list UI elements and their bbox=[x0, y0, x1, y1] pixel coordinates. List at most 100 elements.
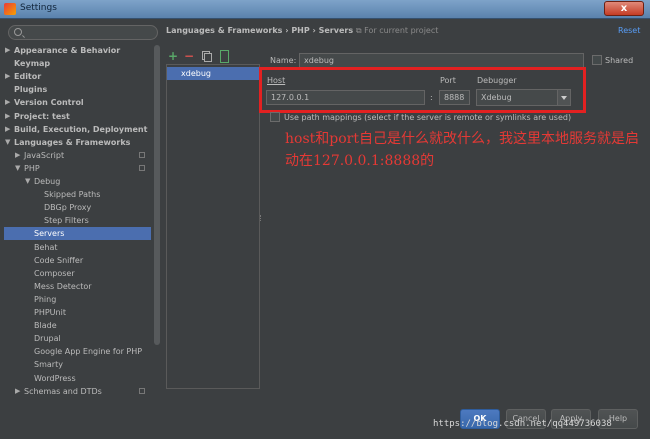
settings-search-input[interactable] bbox=[8, 25, 158, 40]
splitter-handle[interactable] bbox=[260, 215, 262, 221]
tree-item[interactable]: ▶ JavaScript bbox=[4, 149, 151, 162]
tree-item-label: Behat bbox=[34, 242, 58, 252]
tree-item[interactable]: Blade bbox=[4, 319, 151, 332]
breadcrumb: Languages & Frameworks › PHP › Servers ⧉… bbox=[166, 26, 438, 36]
shared-checkbox[interactable] bbox=[592, 55, 602, 65]
tree-item-label: Project: test bbox=[14, 111, 70, 121]
tree-item-label: Google App Engine for PHP bbox=[34, 347, 143, 357]
tree-item-label: Code Sniffer bbox=[34, 255, 84, 265]
tree-item[interactable]: Google App Engine for PHP bbox=[4, 345, 151, 358]
tree-item-label: Servers bbox=[34, 229, 65, 239]
tree-item[interactable]: PHPUnit bbox=[4, 306, 151, 319]
breadcrumb-path: Languages & Frameworks › PHP › Servers bbox=[166, 26, 354, 35]
name-field[interactable]: xdebug bbox=[299, 53, 584, 68]
tree-item[interactable]: ▶ Build, Execution, Deployment bbox=[4, 123, 151, 136]
tree-item[interactable]: Behat bbox=[4, 241, 151, 254]
collapsed-arrow-icon[interactable]: ▶ bbox=[5, 110, 13, 123]
breadcrumb-scope: For current project bbox=[364, 26, 439, 35]
project-settings-icon bbox=[139, 387, 145, 394]
watermark: https://blog.csdn.net/qq449736038 bbox=[433, 419, 612, 429]
tree-item-label: DBGp Proxy bbox=[44, 203, 92, 213]
collapsed-arrow-icon[interactable]: ▶ bbox=[5, 96, 13, 109]
tree-item-label: Smarty bbox=[34, 360, 63, 370]
tree-item-label: Drupal bbox=[34, 334, 61, 344]
collapsed-arrow-icon[interactable]: ▶ bbox=[15, 149, 23, 162]
server-list: xdebug bbox=[166, 64, 260, 389]
tree-item-label: Appearance & Behavior bbox=[14, 46, 121, 55]
tree-item-label: PHP bbox=[24, 163, 40, 173]
tree-item[interactable]: ▶ Version Control bbox=[4, 96, 151, 109]
tree-item-label: Blade bbox=[34, 321, 57, 331]
tree-item-label: PHPUnit bbox=[34, 308, 66, 317]
tree-item[interactable]: Skipped Paths bbox=[4, 188, 151, 201]
tree-item[interactable]: Code Sniffer bbox=[4, 254, 151, 267]
tree-item-label: Skipped Paths bbox=[44, 190, 101, 200]
project-scope-icon: ⧉ bbox=[355, 26, 365, 35]
window-close-button[interactable]: x bbox=[604, 1, 644, 16]
search-icon bbox=[14, 28, 22, 36]
tree-item[interactable]: ▼ PHP bbox=[4, 162, 151, 175]
copy-icon[interactable] bbox=[200, 50, 212, 62]
window-title: Settings bbox=[20, 3, 57, 13]
tree-item-label: Editor bbox=[14, 72, 42, 82]
tree-item[interactable]: ▼ Debug bbox=[4, 175, 151, 188]
tree-item[interactable]: Composer bbox=[4, 267, 151, 280]
project-settings-icon bbox=[139, 164, 145, 171]
port-field[interactable]: 8888 bbox=[439, 90, 470, 105]
import-icon[interactable] bbox=[217, 50, 229, 63]
port-label: Port bbox=[440, 76, 456, 85]
tree-item-label: Languages & Frameworks bbox=[14, 137, 131, 147]
tree-item-label: Mess Detector bbox=[34, 281, 92, 291]
chevron-down-icon[interactable] bbox=[557, 90, 570, 105]
expanded-arrow-icon[interactable]: ▼ bbox=[5, 136, 13, 149]
window-title-bar: Settings x bbox=[0, 0, 650, 19]
tree-item[interactable]: Smarty bbox=[4, 358, 151, 371]
expanded-arrow-icon[interactable]: ▼ bbox=[15, 162, 23, 175]
app-logo-icon bbox=[4, 3, 16, 15]
tree-item-label: Phing bbox=[34, 294, 57, 304]
tree-item-label: JavaScript bbox=[24, 150, 65, 160]
tree-item[interactable]: Mess Detector bbox=[4, 280, 151, 293]
tree-scrollbar[interactable] bbox=[154, 45, 160, 345]
settings-tree-panel: ▶ Appearance & Behavior Keymap ▶ Editor Plugi… bbox=[4, 20, 160, 398]
tree-item[interactable]: DBGp Proxy bbox=[4, 201, 151, 214]
shared-label: Shared bbox=[605, 56, 634, 65]
debugger-select[interactable]: Xdebug bbox=[476, 89, 571, 106]
tree-item[interactable]: Phing bbox=[4, 293, 151, 306]
add-icon[interactable]: + bbox=[167, 50, 179, 62]
project-settings-icon bbox=[139, 151, 145, 158]
tree-item-label: Schemas and DTDs bbox=[24, 386, 102, 396]
tree-item[interactable]: ▶ Editor bbox=[4, 70, 151, 83]
tree-item[interactable]: Drupal bbox=[4, 332, 151, 345]
tree-item-label: Composer bbox=[34, 268, 75, 278]
tree-item[interactable]: Keymap bbox=[4, 57, 151, 70]
tree-item[interactable]: Plugins bbox=[4, 83, 151, 96]
collapsed-arrow-icon[interactable]: ▶ bbox=[5, 44, 13, 57]
path-mappings-checkbox[interactable] bbox=[270, 112, 280, 122]
collapsed-arrow-icon[interactable]: ▶ bbox=[5, 70, 13, 83]
tree-item-label: Step Filters bbox=[44, 216, 89, 226]
host-field[interactable]: 127.0.0.1 bbox=[266, 90, 425, 105]
tree-item-label: Version Control bbox=[14, 98, 84, 108]
tree-item-label: Keymap bbox=[14, 59, 51, 69]
tree-item-label: Debug bbox=[34, 177, 61, 186]
tree-item[interactable]: ▶ Appearance & Behavior bbox=[4, 44, 151, 57]
tree-item[interactable]: Step Filters bbox=[4, 214, 151, 227]
debugger-label: Debugger bbox=[477, 76, 517, 85]
tree-item[interactable]: ▶ Schemas and DTDs bbox=[4, 385, 151, 398]
annotation-text: host和port自己是什么就改什么，我这里本地服务就是启动在127.0.0.1… bbox=[285, 131, 639, 169]
tree-item[interactable]: ▼ Languages & Frameworks bbox=[4, 136, 151, 149]
reset-link[interactable]: Reset bbox=[618, 26, 640, 35]
collapsed-arrow-icon[interactable]: ▶ bbox=[15, 385, 23, 398]
path-mappings-label: Use path mappings (select if the server … bbox=[284, 113, 572, 122]
tree-item[interactable]: ▶ Project: test bbox=[4, 110, 151, 123]
tree-item-label: Build, Execution, Deployment bbox=[14, 124, 148, 134]
tree-item[interactable]: Servers bbox=[4, 227, 151, 241]
tree-item[interactable]: WordPress bbox=[4, 372, 151, 385]
server-list-item[interactable]: xdebug bbox=[167, 67, 259, 80]
remove-icon[interactable]: − bbox=[183, 50, 195, 62]
collapsed-arrow-icon[interactable]: ▶ bbox=[5, 123, 13, 136]
host-label: Host bbox=[267, 76, 286, 85]
expanded-arrow-icon[interactable]: ▼ bbox=[25, 175, 33, 188]
tree-item-label: Plugins bbox=[14, 85, 48, 95]
